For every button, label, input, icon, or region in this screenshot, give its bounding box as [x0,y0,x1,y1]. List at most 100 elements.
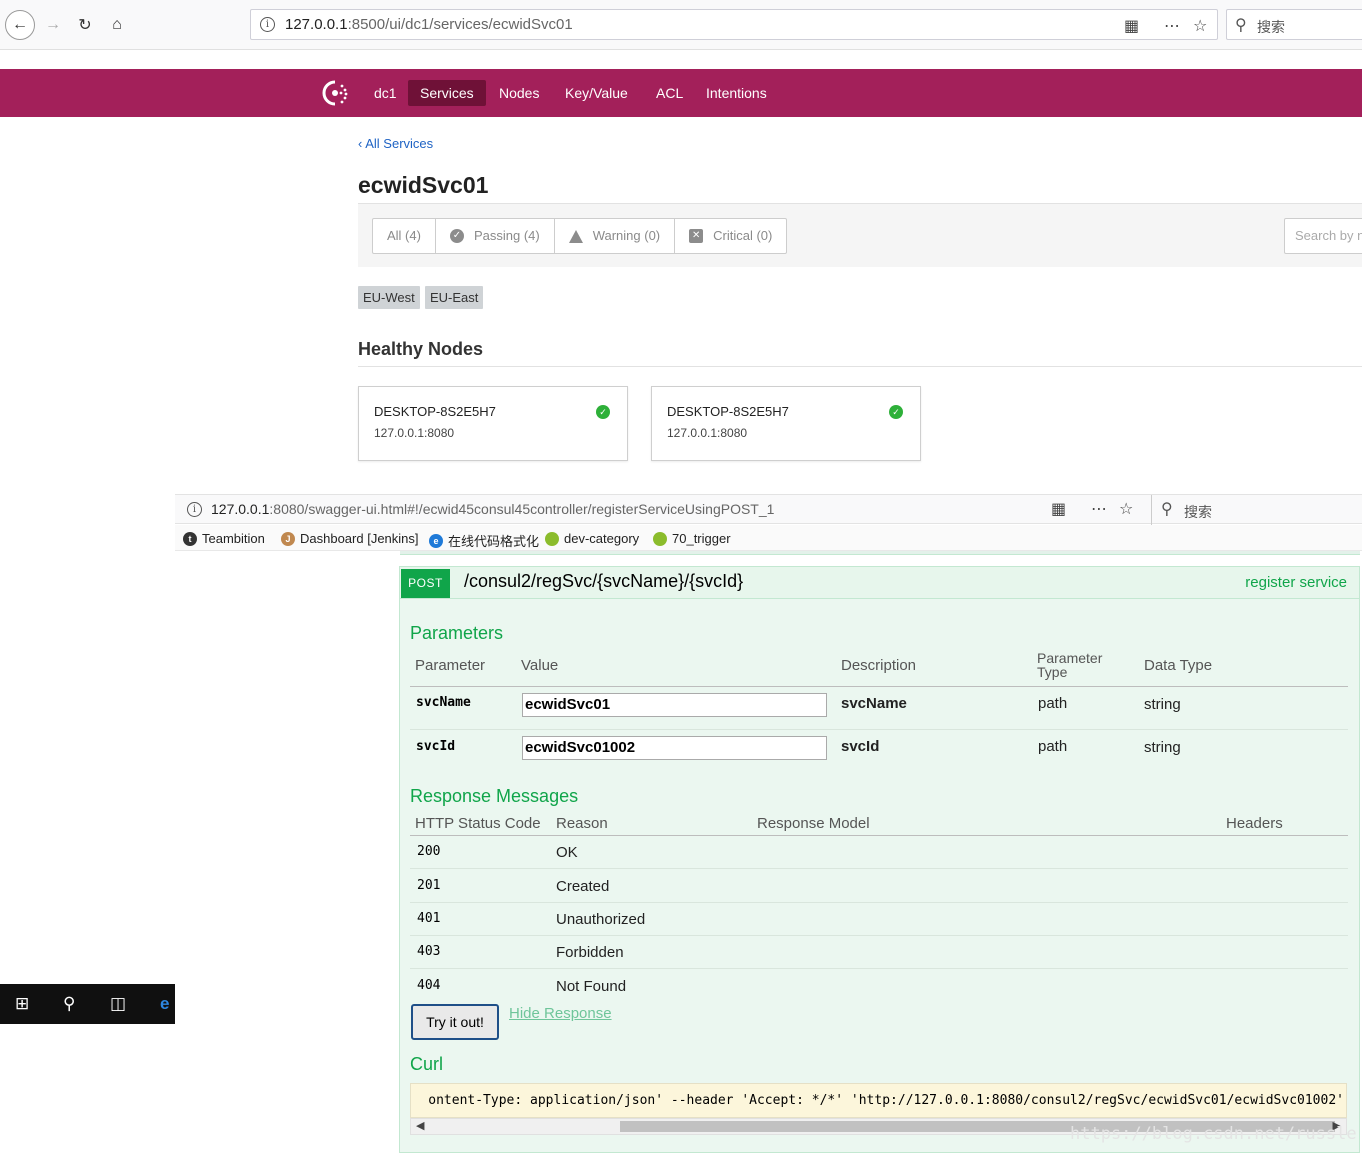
http-method-badge[interactable]: POST [401,569,450,598]
passing-check-icon: ✓ [889,405,903,419]
datacenter-selector[interactable]: dc1 [362,80,409,106]
search-placeholder[interactable]: 搜索 [1184,502,1212,522]
svcname-input[interactable]: ecwidSvc01 [522,693,827,717]
critical-icon: ✕ [689,229,704,243]
page-actions-icon[interactable]: ⋯ [1164,16,1180,36]
divider [410,729,1348,730]
consul-logo-icon[interactable] [320,79,350,107]
bookmark-dev-category[interactable]: dev-category [545,531,639,546]
all-services-link[interactable]: ‹ All Services [358,136,433,151]
filter-warning[interactable]: Warning (0) [555,219,676,253]
bookmark-70-trigger[interactable]: 70_trigger [653,531,731,546]
status-code: 401 [417,911,441,926]
site-info-icon[interactable]: i [187,502,202,517]
param-description: svcName [841,695,907,712]
col-parameter: Parameter [415,657,486,674]
search-placeholder: 搜索 [1257,19,1285,35]
nav-services[interactable]: Services [408,80,486,106]
service-tag: EU-East [425,286,484,309]
address-bar[interactable]: i 127.0.0.1:8500/ui/dc1/services/ecwidSv… [250,9,1218,40]
col-data-type: Data Type [1144,657,1213,674]
divider [1151,495,1152,525]
bookmark-star-icon[interactable]: ☆ [1119,499,1133,519]
passing-check-icon: ✓ [596,405,610,419]
qr-code-icon[interactable]: ▦ [1124,16,1139,36]
bookmark-teambition[interactable]: t Teambition [183,531,265,546]
bookmark-star-icon[interactable]: ☆ [1193,16,1207,36]
check-circle-icon: ✓ [449,229,464,243]
param-data-type: string [1144,739,1181,756]
col-reason: Reason [556,815,608,832]
edge-browser-icon[interactable]: e [160,994,169,1014]
filter-all[interactable]: All (4) [373,219,436,253]
parameters-heading: Parameters [410,623,504,643]
col-status-code: HTTP Status Code [415,815,541,832]
node-name: DESKTOP-8S2E5H7 [374,404,496,419]
search-icon: ⚲ [1235,17,1247,34]
operation-summary[interactable]: register service [1245,574,1347,591]
task-view-icon[interactable]: ◫ [110,994,126,1014]
browser-toolbar-2: i 127.0.0.1:8080/swagger-ui.html#!/ecwid… [175,494,1362,525]
node-card[interactable]: DESKTOP-8S2E5H7 127.0.0.1:8080 ✓ [358,386,628,461]
greenball-icon [545,531,559,546]
svcid-input[interactable]: ecwidSvc01002 [522,736,827,760]
forward-arrow-icon[interactable]: → [38,10,68,40]
service-title: ecwidSvc01 [358,172,489,198]
col-parameter-type: Parameter Type [1037,650,1103,680]
filter-critical[interactable]: ✕ Critical (0) [675,219,786,253]
home-icon[interactable]: ⌂ [102,10,132,40]
swagger-operation: POST /consul2/regSvc/{svcName}/{svcId} r… [399,566,1360,1153]
page-actions-icon[interactable]: ⋯ [1091,499,1107,519]
edge-icon: e [429,533,443,548]
site-info-icon[interactable]: i [260,17,275,32]
filter-passing[interactable]: ✓ Passing (4) [436,219,555,253]
service-tag: EU-West [358,286,420,309]
col-value: Value [521,657,559,674]
watermark: https://blog.csdn.net/russle [1070,1124,1357,1144]
scroll-left-icon[interactable]: ◀ [416,1119,424,1134]
col-response-model: Response Model [757,815,870,832]
divider [410,902,1348,903]
bookmarks-bar: t Teambition J Dashboard [Jenkins] e 在线代码格式… [175,525,1362,551]
search-icon[interactable]: ⚲ [63,994,75,1014]
response-messages-heading: Response Messages [410,786,579,806]
divider [410,686,1348,687]
url-text[interactable]: 127.0.0.1:8500/ui/dc1/services/ecwidSvc0… [285,16,573,33]
bookmarks-bar-cropped [0,50,800,68]
nav-intentions[interactable]: Intentions [694,80,779,106]
endpoint-path[interactable]: /consul2/regSvc/{svcName}/{svcId} [464,571,743,592]
bookmark-code-formatter[interactable]: e 在线代码格式化 [429,531,539,550]
node-card[interactable]: DESKTOP-8S2E5H7 127.0.0.1:8080 ✓ [651,386,921,461]
node-address: 127.0.0.1:8080 [667,426,748,440]
status-code: 403 [417,944,441,959]
teambition-icon: t [183,531,197,546]
nav-nodes[interactable]: Nodes [487,80,551,106]
param-data-type: string [1144,696,1181,713]
col-headers: Headers [1226,815,1283,832]
windows-start-icon[interactable]: ⊞ [15,994,29,1014]
divider [410,835,1348,836]
divider [410,935,1348,936]
status-code: 201 [417,878,441,893]
status-reason: Forbidden [556,944,624,961]
hide-response-link[interactable]: Hide Response [509,1005,612,1022]
try-it-out-button[interactable]: Try it out! [411,1004,499,1040]
nav-acl[interactable]: ACL [644,80,695,106]
curl-command-box[interactable]: ontent-Type: application/json' --header … [410,1083,1347,1118]
status-reason: OK [556,844,578,861]
col-description: Description [841,657,917,674]
back-arrow-icon[interactable]: ← [5,10,35,40]
reload-icon[interactable]: ↻ [70,10,100,40]
browser-search-box[interactable]: ⚲ 搜索 [1226,9,1362,40]
nav-key-value[interactable]: Key/Value [553,80,640,106]
health-filter-group: All (4) ✓ Passing (4) Warning (0) ✕ Critic… [372,218,788,254]
status-code: 200 [417,844,441,859]
operation-header[interactable]: POST /consul2/regSvc/{svcName}/{svcId} r… [400,567,1359,599]
param-name: svcId [416,739,456,754]
qr-code-icon[interactable]: ▦ [1051,499,1066,519]
node-search-input[interactable]: Search by n [1284,218,1362,254]
curl-command: ontent-Type: application/json' --header … [428,1093,1344,1108]
url-text[interactable]: 127.0.0.1:8080/swagger-ui.html#!/ecwid45… [211,501,774,517]
bookmark-jenkins[interactable]: J Dashboard [Jenkins] [281,531,419,546]
consul-nav-bar: dc1 Services Nodes Key/Value ACL Intenti… [0,69,1362,117]
